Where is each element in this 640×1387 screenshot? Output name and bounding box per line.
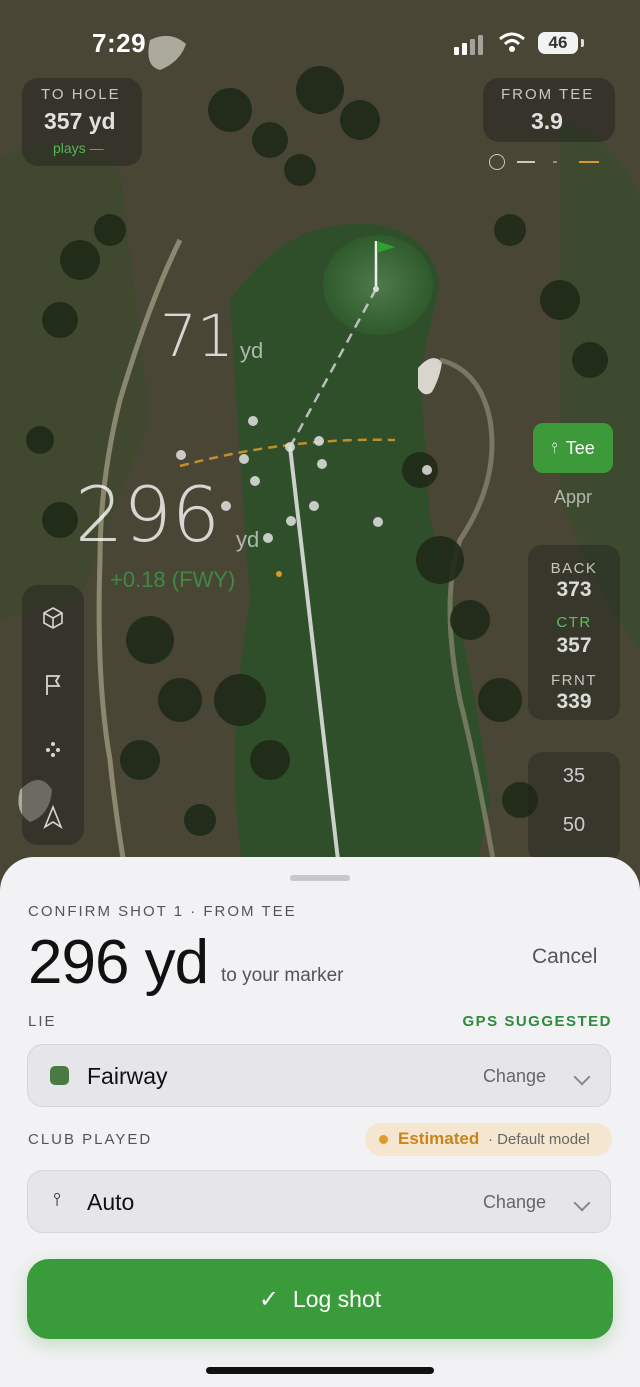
default-model-label: · Default model [488, 1131, 590, 1148]
log-shot-button[interactable]: ✓ Log shot [27, 1259, 613, 1339]
estimated-badge: Estimated · Default model [365, 1123, 612, 1156]
sheet-grabber[interactable] [290, 875, 350, 881]
from-tee-label: FROM TEE [501, 86, 595, 103]
club-value: Auto [87, 1189, 135, 1215]
from-tee-value: 3.9 [531, 108, 563, 134]
sheet-title: CONFIRM SHOT 1 · FROM TEE [28, 903, 297, 920]
shot-distance: 296 yd [28, 928, 209, 997]
tee-label: Tee [565, 437, 595, 458]
gps-suggested: GPS SUGGESTED [462, 1013, 612, 1030]
front-value: 339 [556, 690, 592, 713]
lie-field[interactable]: Fairway Change [27, 1044, 611, 1107]
distance-to-pin: 71 [160, 302, 234, 370]
club-field[interactable]: ⫯ Auto Change [27, 1170, 611, 1233]
dispersion-icon[interactable] [22, 730, 84, 770]
mark-35[interactable]: 35 [528, 765, 620, 788]
back-label: BACK [550, 560, 598, 577]
battery-tip [581, 39, 584, 47]
to-hole-label: TO HOLE [41, 86, 121, 103]
shot-distance-sub: to your marker [221, 965, 344, 986]
club-change: Change [482, 1192, 546, 1212]
flag-icon[interactable] [22, 665, 84, 705]
home-indicator[interactable] [206, 1367, 434, 1374]
distance-from-tee: 296 [75, 470, 221, 559]
distance-from-tee-unit: yd [236, 527, 260, 552]
signal-icon [454, 33, 488, 55]
approach-button[interactable]: Appr [533, 487, 613, 508]
tee-icon: ⫯ [551, 439, 558, 457]
front-label: FRNT [551, 672, 597, 689]
lie-label: LIE [28, 1013, 57, 1030]
tee-icon: ⫯ [53, 1189, 61, 1209]
wifi-icon [499, 32, 525, 52]
tee-button[interactable]: ⫯ Tee [533, 423, 613, 473]
strokes-gained: +0.18 (FWY) [110, 567, 236, 592]
back-value: 373 [556, 578, 592, 601]
map-tools [22, 585, 84, 845]
fairway-swatch [50, 1066, 69, 1085]
chevron-down-icon [573, 1068, 591, 1086]
center-label: CTR [556, 614, 592, 631]
mark-50[interactable]: 50 [528, 814, 620, 837]
compass-icon[interactable] [489, 154, 505, 170]
status-bar: 7:29 46 [0, 0, 640, 90]
estimated-label: Estimated [398, 1129, 480, 1148]
check-icon: ✓ [258, 1285, 279, 1313]
plays-like: plays — [53, 140, 104, 156]
cancel-button[interactable]: Cancel [532, 945, 597, 969]
distance-to-pin-unit: yd [240, 338, 264, 363]
battery-icon: 46 [538, 32, 578, 54]
chevron-down-icon [573, 1194, 591, 1212]
green-yardages: BACK 373 CTR 357 FRNT 339 [528, 545, 620, 720]
lie-value: Fairway [87, 1063, 168, 1089]
to-hole-value: 357 yd [44, 108, 116, 134]
wind-indicator [517, 161, 601, 163]
log-shot-label: Log shot [292, 1285, 382, 1312]
cube-icon[interactable] [22, 598, 84, 638]
status-time: 7:29 [92, 28, 147, 58]
confirm-shot-sheet: CONFIRM SHOT 1 · FROM TEE 296 yd to your… [0, 857, 640, 1387]
distance-marks: 35 50 [528, 752, 620, 862]
navigate-icon[interactable] [22, 797, 84, 837]
club-label: CLUB PLAYED [28, 1131, 153, 1148]
lie-change: Change [482, 1066, 546, 1086]
center-value: 357 [556, 634, 592, 657]
estimated-dot [379, 1135, 388, 1144]
